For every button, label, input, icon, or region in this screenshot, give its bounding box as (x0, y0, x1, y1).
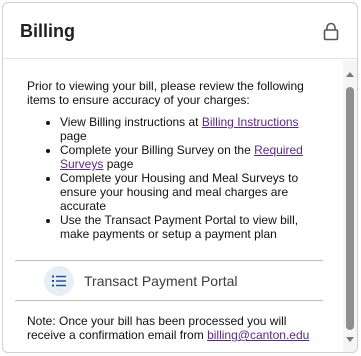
list-item: Complete your Billing Survey on the Requ… (60, 143, 327, 171)
billing-instructions: Prior to viewing your bill, please revie… (27, 79, 327, 241)
transact-payment-portal-button[interactable]: Transact Payment Portal (15, 260, 323, 301)
scroll-down-arrow-icon[interactable] (346, 337, 354, 342)
list-icon (44, 265, 74, 296)
scrollbar-thumb[interactable] (346, 87, 354, 330)
list-item: Use the Transact Payment Portal to view … (60, 213, 327, 241)
card-body: Prior to viewing your bill, please revie… (3, 60, 343, 352)
steps-list: View Billing instructions at Billing Ins… (27, 115, 327, 241)
scroll-up-arrow-icon[interactable] (346, 72, 354, 77)
intro-text: Prior to viewing your bill, please revie… (27, 79, 304, 107)
lock-icon (323, 22, 339, 41)
list-item: View Billing instructions at Billing Ins… (60, 115, 327, 143)
card-title: Billing (20, 21, 75, 41)
vertical-scrollbar[interactable] (343, 60, 357, 352)
list-item: Complete your Housing and Meal Surveys t… (60, 171, 327, 213)
billing-instructions-link[interactable]: Billing Instructions (202, 115, 299, 129)
card-header: Billing (3, 3, 357, 59)
billing-email-link[interactable]: billing@canton.edu (207, 328, 309, 342)
billing-card: Billing Prior to viewing your bill, plea… (2, 2, 358, 353)
note-text: Note: Once your bill has been processed … (27, 314, 310, 342)
portal-label: Transact Payment Portal (84, 272, 238, 289)
